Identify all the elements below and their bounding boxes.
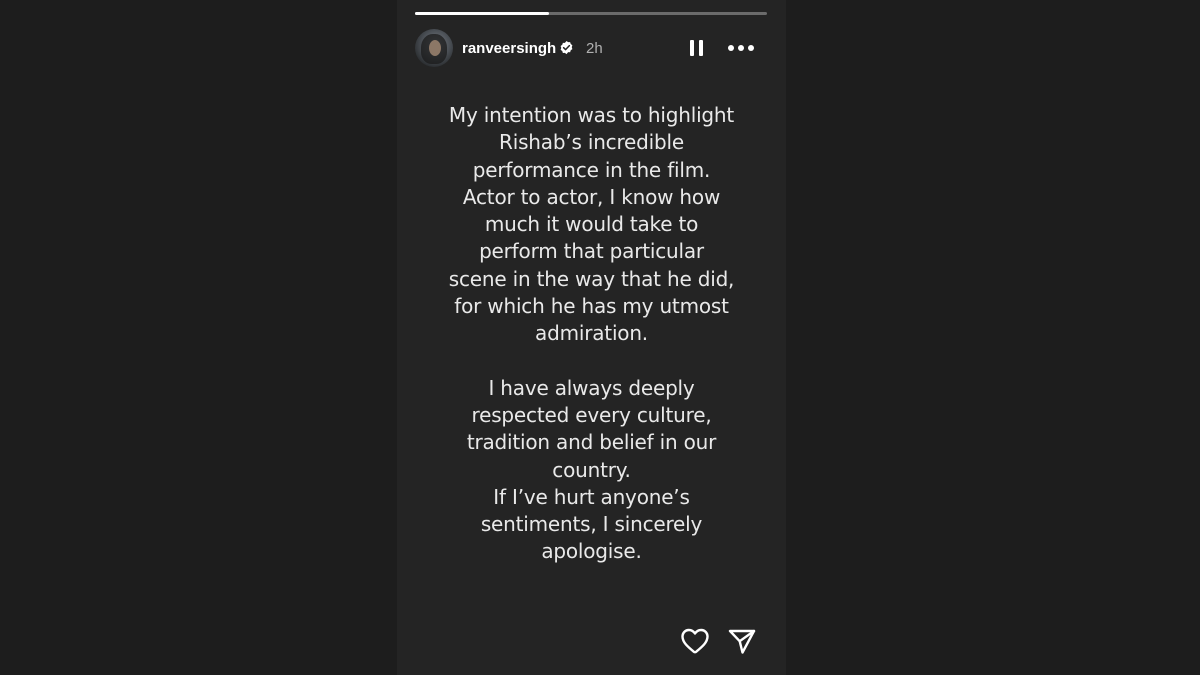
send-icon[interactable] <box>726 625 758 657</box>
message-line: perform that particular <box>479 239 704 264</box>
post-time: 2h <box>586 40 603 57</box>
message-line: much it would take to <box>484 212 699 237</box>
message-line: Rishab’s incredible <box>499 130 684 155</box>
message-line: respected every culture, <box>471 402 712 427</box>
verified-badge-icon <box>560 40 573 55</box>
more-options-button[interactable] <box>727 36 755 60</box>
story-viewer: ranveersingh 2h My intention was to high… <box>397 0 786 675</box>
story-progress-bar <box>415 12 767 15</box>
message-line: performance in the film. <box>472 157 711 182</box>
message-line: for which he has my utmost <box>454 294 729 319</box>
message-line: admiration. <box>535 321 648 346</box>
message-line: If I’ve hurt anyone’s <box>493 484 690 509</box>
message-line: I have always deeply <box>488 375 695 400</box>
message-line: tradition and belief in our <box>466 430 717 455</box>
avatar[interactable] <box>415 29 453 67</box>
avatar-face <box>429 40 441 56</box>
message-line: scene in the way that he did, <box>448 266 735 291</box>
message-line: My intention was to highlight <box>448 103 735 127</box>
message-line: apologise. <box>541 539 642 564</box>
story-header: ranveersingh 2h <box>415 29 767 67</box>
message-line: sentiments, I sincerely <box>480 512 703 537</box>
pause-button[interactable] <box>685 36 709 60</box>
heart-icon[interactable] <box>679 625 711 657</box>
story-progress-fill <box>415 12 549 15</box>
username[interactable]: ranveersingh <box>462 40 556 58</box>
story-text-message: My intention was to highlight Rishab’s i… <box>417 102 766 566</box>
message-line: country. <box>552 457 631 482</box>
message-line: Actor to actor, I know how <box>462 184 721 209</box>
